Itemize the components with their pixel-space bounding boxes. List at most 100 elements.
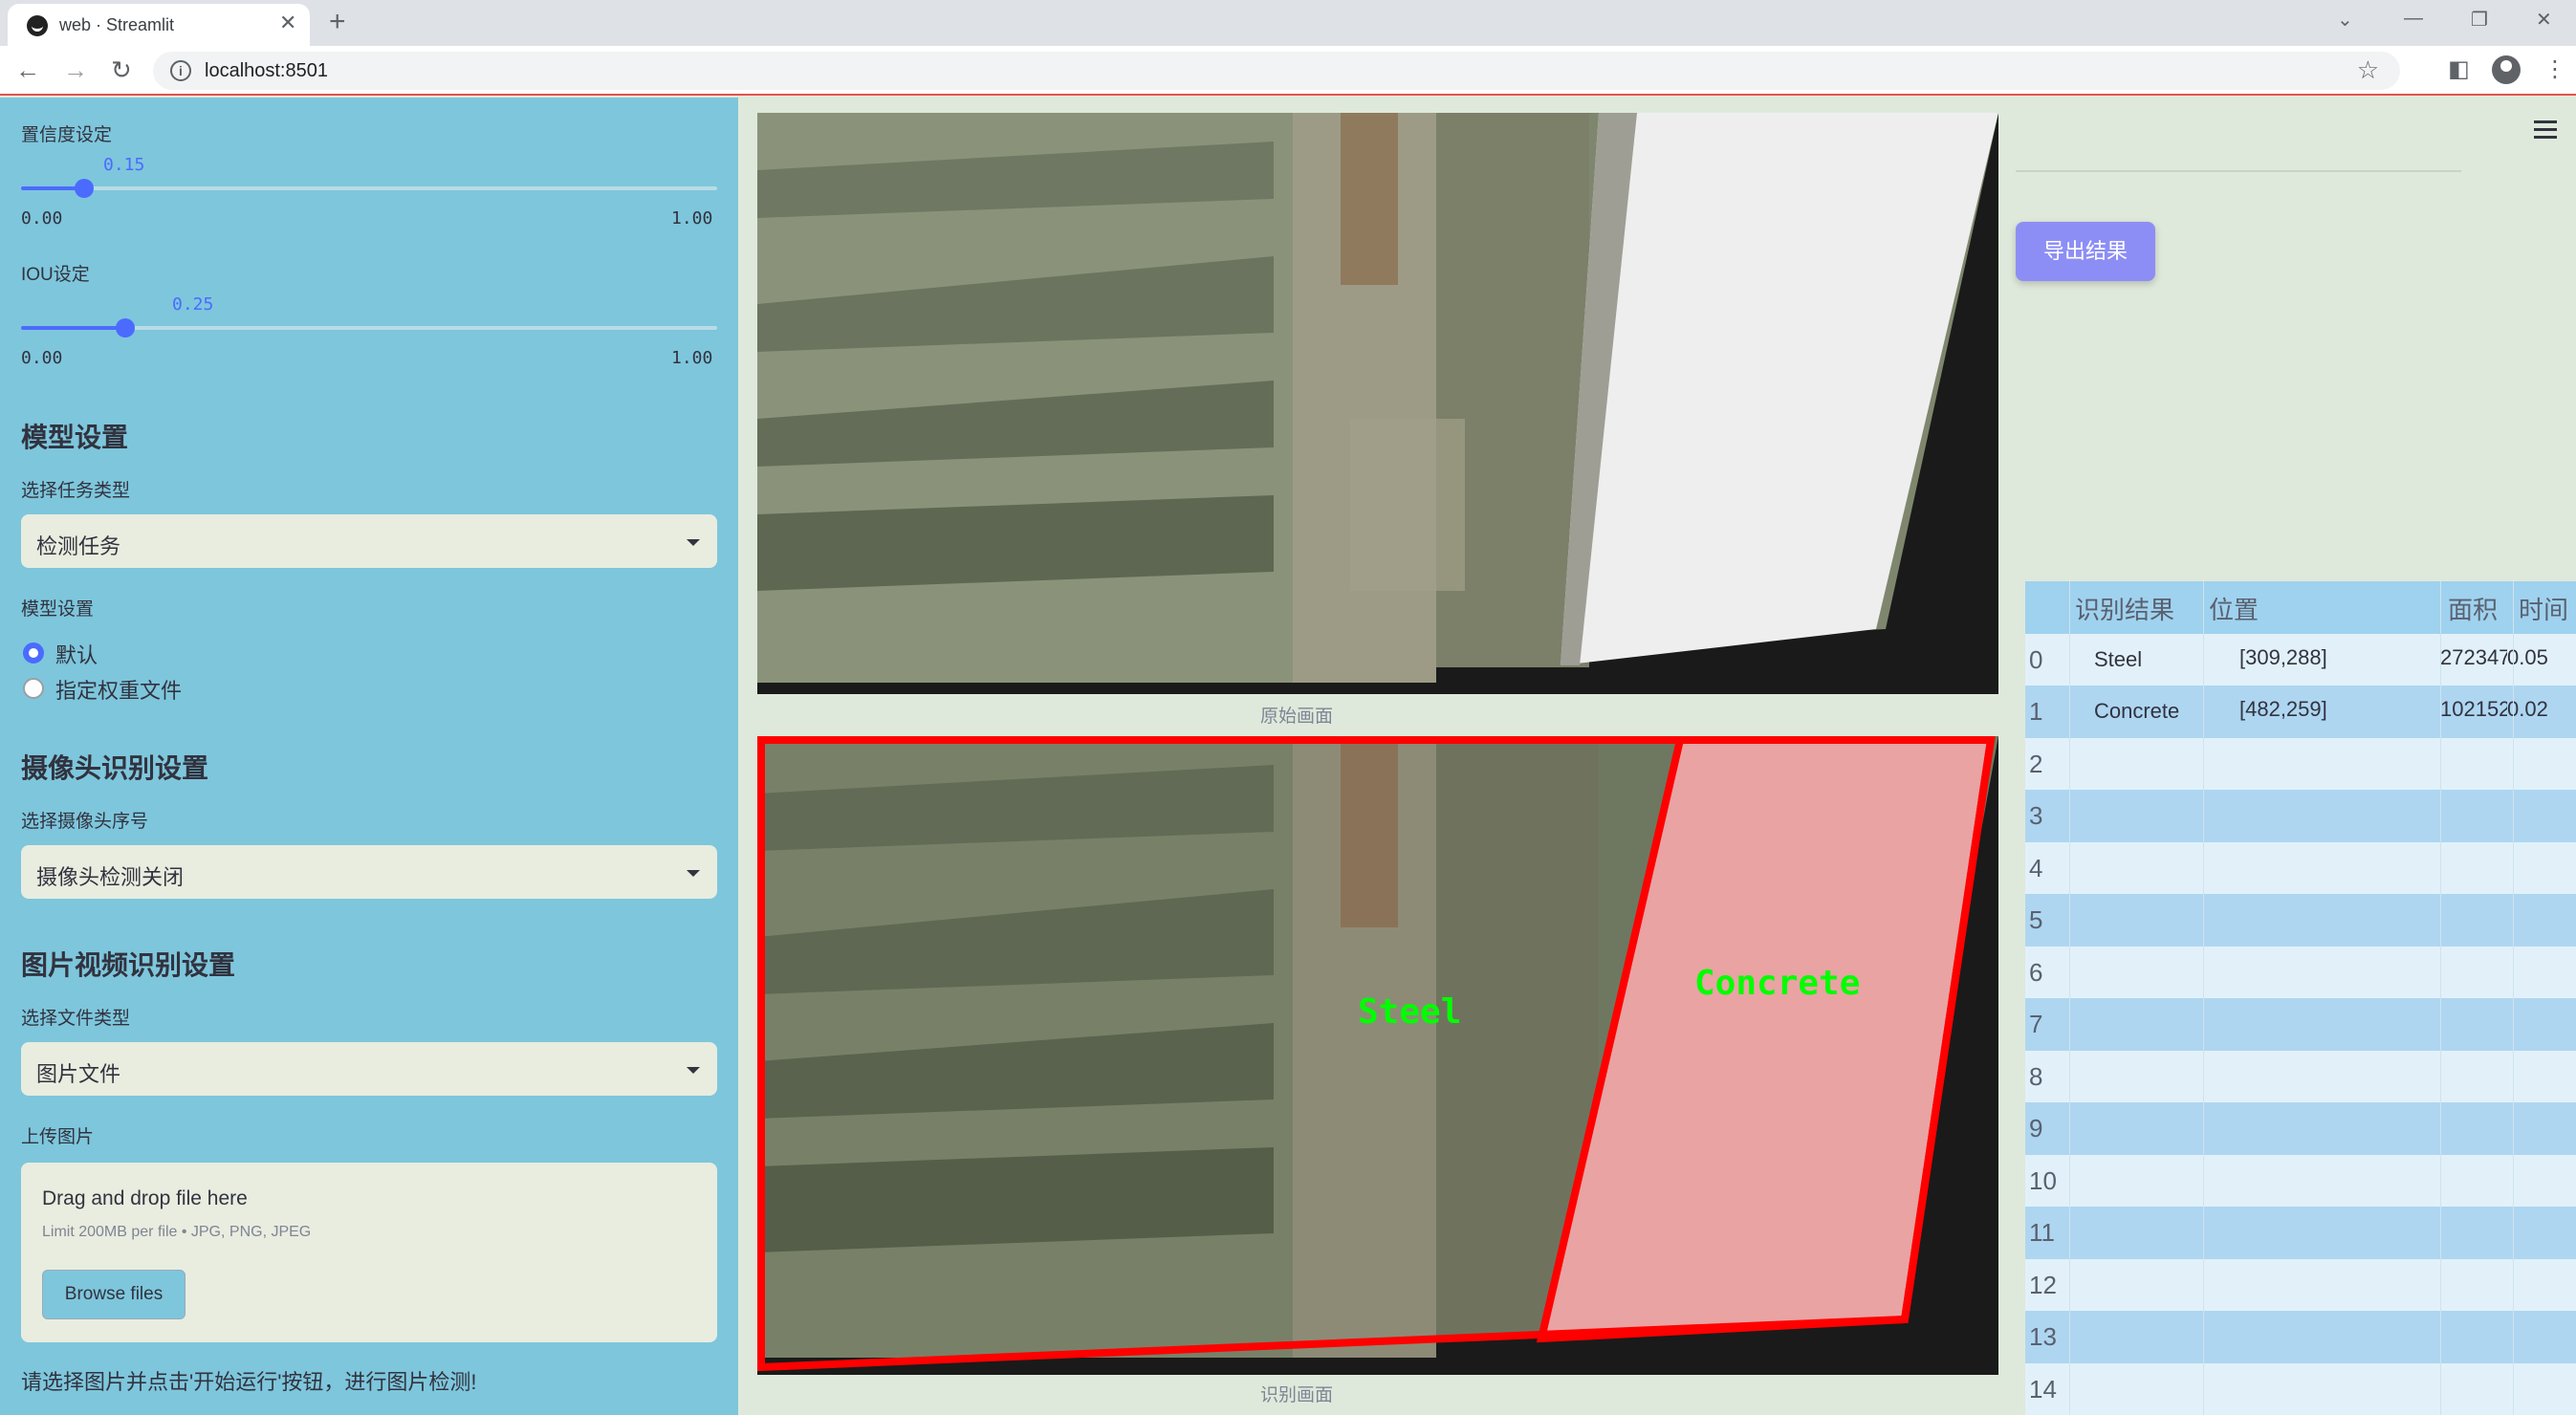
row-index: 4 bbox=[2029, 853, 2043, 882]
column-divider bbox=[2513, 581, 2514, 1415]
browser-menu-icon[interactable]: ⋮ bbox=[2543, 55, 2566, 83]
forward-icon[interactable]: → bbox=[63, 55, 88, 84]
column-header-label[interactable]: 识别结果 bbox=[2075, 591, 2174, 626]
row-index: 9 bbox=[2029, 1114, 2043, 1143]
close-tab-icon[interactable]: ✕ bbox=[279, 11, 296, 34]
table-row[interactable]: 0 Steel [309,288] 272347 0.05 bbox=[2025, 633, 2576, 686]
column-header-area[interactable]: 面积 bbox=[2448, 591, 2498, 626]
cell-position: [309,288] bbox=[2239, 644, 2327, 669]
chevron-down-icon bbox=[687, 870, 700, 877]
row-index: 0 bbox=[2029, 644, 2043, 674]
radio-default-label[interactable]: 默认 bbox=[55, 639, 98, 669]
new-tab-icon[interactable]: + bbox=[329, 6, 346, 38]
confidence-label: 置信度设定 bbox=[21, 125, 113, 145]
table-header-row: 识别结果 位置 面积 时间 bbox=[2025, 581, 2576, 634]
radio-custom-weights-label[interactable]: 指定权重文件 bbox=[55, 674, 182, 705]
file-type-label: 选择文件类型 bbox=[21, 1009, 131, 1029]
reload-icon[interactable]: ↻ bbox=[111, 55, 132, 84]
export-results-button[interactable]: 导出结果 bbox=[2016, 222, 2155, 281]
cell-area: 272347 bbox=[2440, 644, 2507, 669]
iou-value: 0.25 bbox=[172, 294, 214, 315]
divider bbox=[2016, 170, 2461, 172]
browse-files-button[interactable]: Browse files bbox=[42, 1270, 186, 1319]
iou-slider-thumb[interactable] bbox=[116, 318, 136, 337]
upload-label: 上传图片 bbox=[21, 1127, 95, 1147]
close-window-icon[interactable]: ✕ bbox=[2536, 8, 2552, 32]
original-image-svg bbox=[757, 113, 1998, 683]
row-index: 1 bbox=[2029, 697, 2043, 726]
column-divider bbox=[2203, 581, 2204, 1415]
original-image-caption: 原始画面 bbox=[1260, 707, 1334, 727]
table-row[interactable]: 11 bbox=[2025, 1207, 2576, 1259]
table-row[interactable]: 14 bbox=[2025, 1362, 2576, 1415]
column-header-position[interactable]: 位置 bbox=[2209, 591, 2259, 626]
table-row[interactable]: 12 bbox=[2025, 1258, 2576, 1311]
task-type-value: 检测任务 bbox=[36, 534, 121, 558]
file-type-select[interactable]: 图片文件 bbox=[21, 1042, 717, 1096]
camera-select[interactable]: 摄像头检测关闭 bbox=[21, 845, 717, 899]
table-row[interactable]: 3 bbox=[2025, 790, 2576, 842]
task-type-select[interactable]: 检测任务 bbox=[21, 514, 717, 568]
bookmark-star-icon[interactable]: ☆ bbox=[2357, 55, 2379, 85]
confidence-value: 0.15 bbox=[103, 155, 145, 175]
browser-tab[interactable]: web · Streamlit ✕ bbox=[8, 4, 310, 46]
table-row[interactable]: 1 Concrete [482,259] 102152 0.02 bbox=[2025, 686, 2576, 738]
table-row[interactable]: 9 bbox=[2025, 1102, 2576, 1155]
address-bar[interactable]: i localhost:8501 ☆ bbox=[153, 52, 2400, 90]
table-row[interactable]: 4 bbox=[2025, 841, 2576, 894]
instruction-text: 请选择图片并点击'开始运行'按钮，进行图片检测! bbox=[21, 1370, 477, 1394]
cell-area: 102152 bbox=[2440, 697, 2507, 721]
column-divider bbox=[2069, 581, 2070, 1415]
detection-label-concrete: Concrete bbox=[1694, 964, 1860, 1003]
row-index: 10 bbox=[2029, 1165, 2057, 1195]
iou-label: IOU设定 bbox=[21, 265, 90, 285]
table-row[interactable]: 10 bbox=[2025, 1154, 2576, 1207]
row-index: 14 bbox=[2029, 1374, 2057, 1404]
url-text[interactable]: localhost:8501 bbox=[205, 60, 328, 82]
cell-time: 0.02 bbox=[2507, 697, 2548, 721]
confidence-max: 1.00 bbox=[671, 208, 713, 229]
result-image-caption: 识别画面 bbox=[1260, 1385, 1334, 1405]
radio-default[interactable] bbox=[23, 642, 44, 664]
confidence-slider-thumb[interactable] bbox=[74, 179, 94, 198]
browser-toolbar: ← → ↻ i localhost:8501 ☆ ◧ ⋮ bbox=[0, 46, 2576, 96]
tab-title: web · Streamlit bbox=[59, 15, 175, 34]
tab-search-icon[interactable]: ⌄ bbox=[2337, 8, 2353, 32]
profile-avatar-icon[interactable] bbox=[2492, 55, 2521, 84]
restore-icon[interactable]: ❐ bbox=[2471, 8, 2488, 32]
file-type-value: 图片文件 bbox=[36, 1062, 121, 1086]
column-header-time[interactable]: 时间 bbox=[2519, 591, 2568, 626]
table-row[interactable]: 5 bbox=[2025, 894, 2576, 947]
radio-custom-weights[interactable] bbox=[23, 678, 44, 699]
camera-index-label: 选择摄像头序号 bbox=[21, 812, 149, 832]
table-row[interactable]: 2 bbox=[2025, 737, 2576, 790]
app-menu-icon[interactable] bbox=[2534, 120, 2557, 143]
table-row[interactable]: 6 bbox=[2025, 946, 2576, 998]
file-dropzone[interactable]: Drag and drop file here Limit 200MB per … bbox=[21, 1163, 717, 1342]
row-index: 11 bbox=[2029, 1218, 2055, 1247]
chevron-down-icon bbox=[687, 539, 700, 546]
table-row[interactable]: 8 bbox=[2025, 1050, 2576, 1102]
row-index: 3 bbox=[2029, 801, 2043, 830]
back-icon[interactable]: ← bbox=[15, 55, 40, 84]
side-panel-icon[interactable]: ◧ bbox=[2448, 55, 2470, 83]
column-divider bbox=[2440, 581, 2441, 1415]
model-section-heading: 模型设置 bbox=[21, 423, 129, 452]
row-index: 8 bbox=[2029, 1061, 2043, 1091]
table-row[interactable]: 7 bbox=[2025, 998, 2576, 1051]
result-image-svg: Steel Concrete bbox=[757, 736, 1998, 1372]
iou-slider-fill bbox=[21, 326, 126, 330]
table-row[interactable]: 13 bbox=[2025, 1311, 2576, 1363]
tab-strip: web · Streamlit ✕ + ⌄ — ❐ ✕ bbox=[0, 0, 2576, 46]
minimize-icon[interactable]: — bbox=[2404, 8, 2423, 30]
model-setting-label: 模型设置 bbox=[21, 599, 95, 620]
confidence-slider[interactable] bbox=[21, 179, 717, 198]
media-section-heading: 图片视频识别设置 bbox=[21, 950, 236, 980]
iou-slider[interactable] bbox=[21, 318, 717, 337]
sidebar: 置信度设定 0.15 0.00 1.00 IOU设定 0.25 0.00 1.0… bbox=[0, 98, 738, 1415]
dropzone-title: Drag and drop file here bbox=[42, 1187, 248, 1209]
iou-min: 0.00 bbox=[21, 348, 63, 368]
iou-max: 1.00 bbox=[671, 348, 713, 368]
site-info-icon[interactable]: i bbox=[170, 60, 191, 81]
row-index: 13 bbox=[2029, 1322, 2057, 1351]
